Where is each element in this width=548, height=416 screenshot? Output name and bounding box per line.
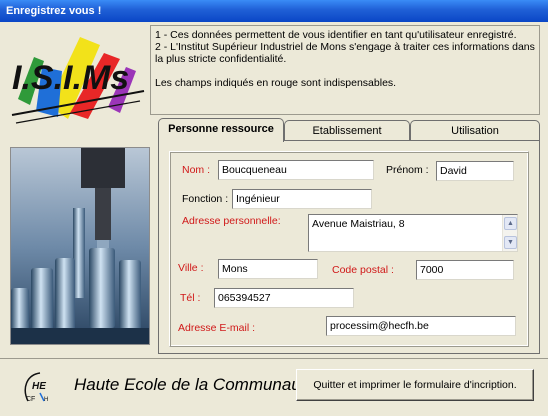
- scroll-down-icon[interactable]: ▼: [504, 236, 517, 249]
- email-input[interactable]: processim@hecfh.be: [326, 316, 516, 336]
- adresse-textarea[interactable]: Avenue Maistriau, 8 ▲ ▼: [308, 214, 518, 252]
- fonction-label: Fonction :: [182, 193, 229, 205]
- svg-text:CF: CF: [26, 396, 35, 403]
- fonction-input[interactable]: Ingénieur: [232, 189, 372, 209]
- registration-window: Enregistrez vous ! I.S.I.Ms 1 - Ces donn…: [0, 0, 548, 416]
- tab-strip: Personne ressource Etablissement Utilisa…: [158, 118, 540, 142]
- scroll-up-icon[interactable]: ▲: [504, 217, 517, 230]
- code-postal-input[interactable]: 7000: [416, 260, 514, 280]
- svg-text:HE: HE: [32, 381, 46, 392]
- svg-text:H: H: [44, 397, 48, 403]
- isims-logo: I.S.I.Ms: [8, 27, 148, 137]
- ville-label: Ville :: [178, 262, 204, 274]
- tel-label: Tél :: [180, 292, 201, 304]
- footer: HE CF H Haute Ecole de la Communauté fra…: [0, 358, 548, 416]
- logo-graphic: I.S.I.Ms: [11, 37, 145, 124]
- window-title: Enregistrez vous !: [6, 5, 102, 17]
- prenom-input[interactable]: David: [436, 161, 514, 181]
- info-line-3: Les champs indiqués en rouge sont indisp…: [155, 77, 397, 89]
- email-label: Adresse E-mail :: [178, 322, 256, 334]
- adresse-scrollbar[interactable]: ▲ ▼: [502, 215, 517, 251]
- hecfh-emblem-icon: HE CF H: [24, 372, 48, 403]
- adresse-value: Avenue Maistriau, 8: [312, 218, 405, 230]
- info-line-2: 2 - L'Institut Supérieur Industriel de M…: [155, 41, 535, 65]
- info-notice: 1 - Ces données permettent de vous ident…: [150, 25, 540, 115]
- prenom-label: Prénom :: [386, 164, 429, 176]
- nom-input[interactable]: Boucqueneau: [218, 160, 374, 180]
- tel-input[interactable]: 065394527: [214, 288, 354, 308]
- ville-input[interactable]: Mons: [218, 259, 318, 279]
- logo-wordmark: I.S.I.Ms: [12, 59, 129, 97]
- contact-fields-group: Nom : Boucqueneau Prénom : David Fonctio…: [169, 151, 529, 347]
- tab-utilisation[interactable]: Utilisation: [410, 120, 540, 141]
- laboratory-photo: [10, 147, 150, 345]
- tab-personne-ressource[interactable]: Personne ressource: [158, 118, 284, 142]
- nom-label: Nom :: [182, 164, 211, 176]
- info-line-1: 1 - Ces données permettent de vous ident…: [155, 29, 517, 41]
- adresse-label: Adresse personnelle:: [182, 215, 281, 227]
- tab-etablissement[interactable]: Etablissement: [284, 120, 410, 141]
- quit-print-button[interactable]: Quitter et imprimer le formulaire d'incr…: [296, 369, 534, 401]
- title-bar[interactable]: Enregistrez vous !: [0, 0, 548, 22]
- tab-panel-personne-ressource: Nom : Boucqueneau Prénom : David Fonctio…: [158, 140, 540, 354]
- vials-image: [11, 148, 149, 344]
- hecfh-logo: HE CF H: [20, 371, 60, 407]
- code-postal-label: Code postal :: [332, 264, 394, 276]
